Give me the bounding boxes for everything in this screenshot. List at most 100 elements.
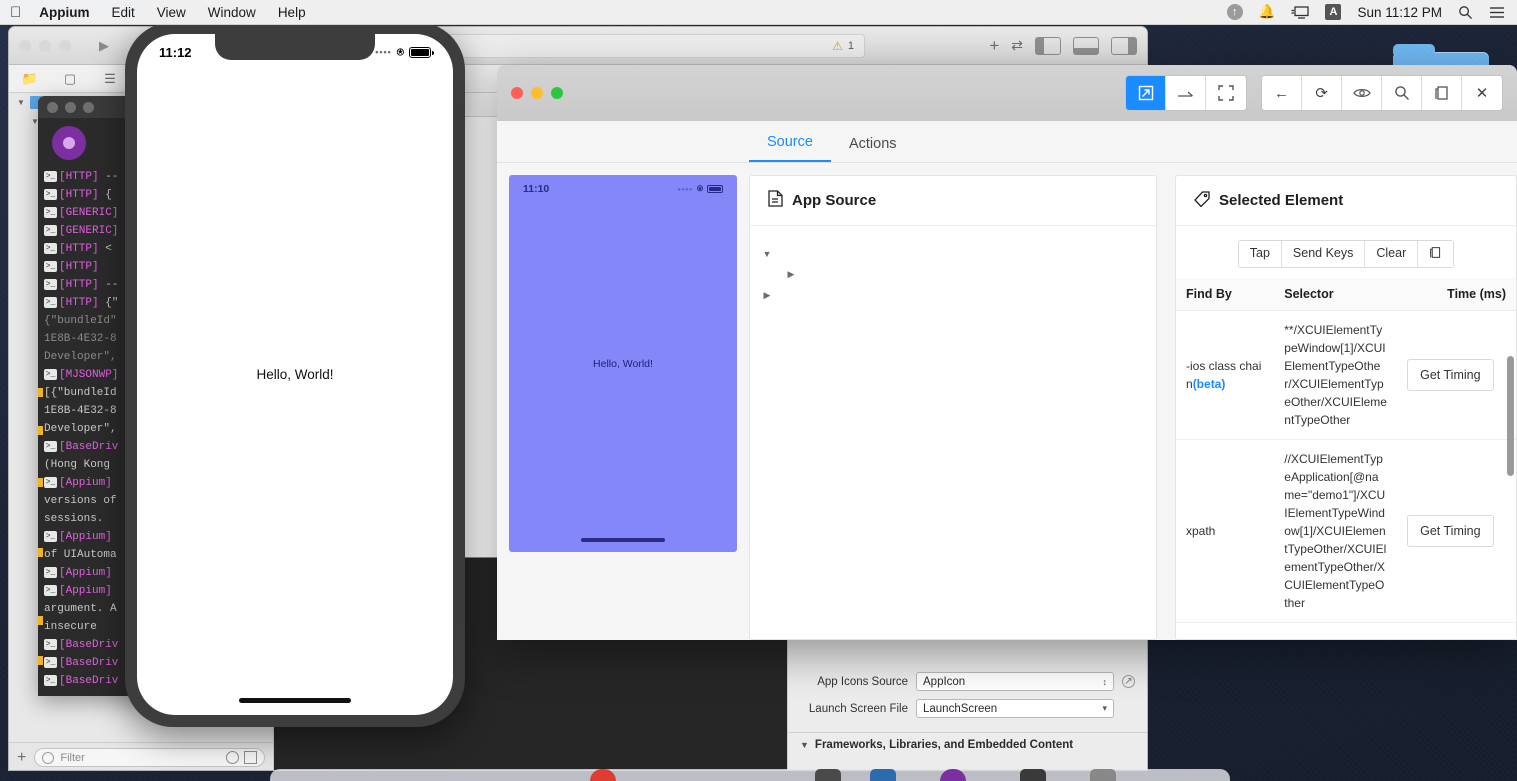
- navigator-filter-bar[interactable]: + Filter: [9, 742, 273, 770]
- back-arrow-icon[interactable]: ←: [1262, 76, 1302, 110]
- tap-by-coordinates-icon[interactable]: [1206, 76, 1246, 110]
- appium-inspector-window[interactable]: ← ⟳ ✕ Source Actions 11:10 •••• ⍟ Hello,…: [497, 65, 1517, 640]
- send-keys-button[interactable]: Send Keys: [1281, 241, 1366, 267]
- inspector-action-group[interactable]: ← ⟳ ✕: [1261, 75, 1503, 111]
- element-actions[interactable]: Tap Send Keys Clear: [1176, 226, 1516, 278]
- inspector-mode-group[interactable]: [1125, 75, 1247, 111]
- chevron-down-icon[interactable]: ▾: [1102, 703, 1107, 714]
- app-source-tree[interactable]: ▼ ▶ ▶: [750, 226, 1156, 324]
- arrow-up-circle-icon[interactable]: ↑: [1219, 4, 1251, 20]
- eye-icon[interactable]: [1342, 76, 1382, 110]
- copy-icon[interactable]: [1418, 241, 1454, 267]
- dock-app-icon[interactable]: [1090, 769, 1116, 781]
- close-icon[interactable]: ✕: [1462, 76, 1502, 110]
- spotlight-search-icon[interactable]: [1450, 5, 1481, 20]
- warning-indicator[interactable]: ⚠ 1: [832, 39, 854, 53]
- chevron-right-icon[interactable]: ▶: [762, 290, 772, 301]
- get-timing-button[interactable]: Get Timing: [1407, 359, 1494, 391]
- reveal-in-finder-icon[interactable]: ↗: [1122, 675, 1135, 688]
- inspector-toolbar[interactable]: ← ⟳ ✕: [1125, 75, 1503, 111]
- select-element-icon[interactable]: [1126, 76, 1166, 110]
- selected-element-body[interactable]: Tap Send Keys Clear Find By Selector Tim…: [1176, 226, 1516, 639]
- get-timing-button[interactable]: Get Timing: [1407, 515, 1494, 547]
- maximize-button[interactable]: [83, 101, 94, 113]
- menu-edit[interactable]: Edit: [101, 5, 146, 20]
- simulator-app-content: Hello, World!: [137, 34, 453, 715]
- dock-app-icon[interactable]: [1020, 769, 1046, 781]
- recent-files-icon[interactable]: [226, 751, 239, 764]
- minimize-button[interactable]: [39, 39, 51, 52]
- refresh-icon[interactable]: ⟳: [1302, 76, 1342, 110]
- close-button[interactable]: [47, 101, 58, 113]
- disclosure-triangle-icon[interactable]: ▼: [17, 98, 25, 107]
- screen-mirroring-icon[interactable]: [1283, 5, 1317, 19]
- symbol-navigator-icon[interactable]: ☰: [101, 71, 119, 87]
- control-center-icon[interactable]: [1481, 6, 1517, 19]
- tree-node[interactable]: ▶: [762, 285, 1144, 306]
- menu-view[interactable]: View: [146, 5, 197, 20]
- bell-icon[interactable]: 🔔: [1251, 4, 1284, 20]
- mac-menubar[interactable]:  Appium Edit View Window Help ↑ 🔔 A Sun…: [0, 0, 1517, 25]
- app-source-tree-body[interactable]: ▼ ▶ ▶: [750, 226, 1156, 639]
- add-editor-icon[interactable]: +: [989, 36, 999, 56]
- menu-window[interactable]: Window: [197, 5, 267, 20]
- project-navigator-icon[interactable]: 📁: [21, 71, 39, 87]
- tree-node[interactable]: ▼: [762, 244, 1144, 264]
- frameworks-section-header[interactable]: ▼ Frameworks, Libraries, and Embedded Co…: [788, 732, 1147, 757]
- dock-app-icon[interactable]: [815, 769, 841, 781]
- editor-options-icon[interactable]: ⇄: [1011, 37, 1023, 54]
- iphone-simulator[interactable]: Hello, World! 11:12 •••• ⍟: [125, 22, 465, 727]
- minimize-button[interactable]: [65, 101, 76, 113]
- dock-app-icon[interactable]: [870, 769, 896, 781]
- copy-icon[interactable]: [1422, 76, 1462, 110]
- dock-app-icon[interactable]: [590, 769, 616, 781]
- menu-appium[interactable]: Appium: [35, 5, 100, 20]
- source-control-filter-icon[interactable]: [244, 751, 257, 764]
- inspector-traffic-lights[interactable]: [511, 87, 563, 99]
- menubar-clock[interactable]: Sun 11:12 PM: [1349, 5, 1450, 20]
- device-screenshot[interactable]: 11:10 •••• ⍟ Hello, World!: [509, 175, 737, 552]
- mac-dock[interactable]: [270, 769, 1230, 781]
- app-icons-source-select[interactable]: AppIcon ↕: [916, 672, 1114, 691]
- xcode-traffic-lights[interactable]: [19, 39, 71, 52]
- disclosure-triangle-icon[interactable]: ▼: [800, 740, 809, 750]
- home-indicator[interactable]: [239, 698, 351, 703]
- app-icons-source-row[interactable]: App Icons Source AppIcon ↕ ↗: [788, 668, 1147, 695]
- clear-button[interactable]: Clear: [1365, 241, 1419, 267]
- tree-node[interactable]: ▶: [762, 264, 1144, 285]
- inspector-screenshot-column[interactable]: 11:10 •••• ⍟ Hello, World!: [497, 163, 749, 640]
- tab-source[interactable]: Source: [749, 134, 831, 162]
- chevron-right-icon[interactable]: ▶: [786, 269, 796, 280]
- close-button[interactable]: [511, 87, 523, 99]
- toggle-navigator-icon[interactable]: [1035, 36, 1061, 55]
- toggle-debug-area-icon[interactable]: [1073, 36, 1099, 55]
- tab-actions[interactable]: Actions: [831, 136, 915, 162]
- table-row[interactable]: -ios class chain(beta) **/XCUIElementType…: [1176, 310, 1516, 440]
- search-icon[interactable]: [1382, 76, 1422, 110]
- tap-button[interactable]: Tap: [1238, 241, 1282, 267]
- simulator-screen[interactable]: Hello, World! 11:12 •••• ⍟: [137, 34, 453, 715]
- source-control-navigator-icon[interactable]: ▢: [61, 71, 79, 87]
- run-button[interactable]: ▶: [89, 35, 119, 57]
- add-file-button[interactable]: +: [17, 749, 26, 767]
- vertical-scrollbar[interactable]: [1507, 356, 1514, 476]
- maximize-button[interactable]: [59, 39, 71, 52]
- stepper-icon[interactable]: ↕: [1103, 677, 1108, 687]
- chevron-down-icon[interactable]: ▼: [762, 249, 772, 259]
- launch-screen-file-row[interactable]: Launch Screen File LaunchScreen ▾: [788, 695, 1147, 722]
- close-button[interactable]: [19, 39, 31, 52]
- menu-help[interactable]: Help: [267, 5, 317, 20]
- dock-app-icon[interactable]: [940, 769, 966, 781]
- apple-menu-icon[interactable]: : [10, 5, 21, 20]
- maximize-button[interactable]: [551, 87, 563, 99]
- inspector-tabs[interactable]: Source Actions: [497, 121, 1517, 163]
- table-row[interactable]: xpath//XCUIElementTypeApplication[@name=…: [1176, 439, 1516, 623]
- selectors-table[interactable]: Find By Selector Time (ms) -ios class ch…: [1176, 278, 1516, 623]
- input-source-A-icon[interactable]: A: [1317, 4, 1349, 20]
- toggle-inspector-icon[interactable]: [1111, 36, 1137, 55]
- minimize-button[interactable]: [531, 87, 543, 99]
- xcode-layout-buttons[interactable]: + ⇄: [989, 36, 1137, 56]
- swipe-arrow-icon[interactable]: [1166, 76, 1206, 110]
- launch-screen-file-select[interactable]: LaunchScreen ▾: [916, 699, 1114, 718]
- filter-input[interactable]: Filter: [34, 748, 265, 767]
